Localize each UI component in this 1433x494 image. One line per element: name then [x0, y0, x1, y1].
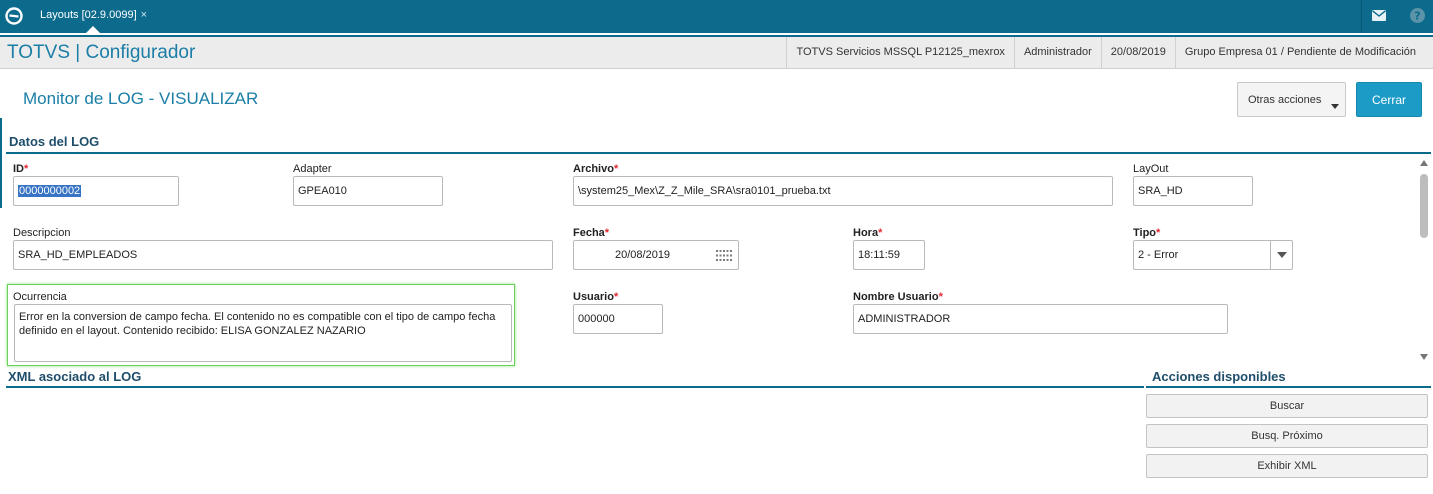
scroll-up-icon[interactable] — [1420, 160, 1428, 166]
adapter-label: Adapter — [293, 163, 332, 175]
buscar-button[interactable]: Buscar — [1146, 394, 1428, 418]
divider — [1361, 0, 1362, 33]
section-title-datos-log: Datos del LOG — [9, 134, 100, 149]
ocurrencia-label: Ocurrencia — [13, 291, 67, 303]
date-label[interactable]: 20/08/2019 — [1100, 37, 1175, 68]
adapter-field[interactable]: GPEA010 — [293, 176, 443, 206]
id-field[interactable]: 0000000002 — [13, 176, 179, 206]
busq-proximo-button[interactable]: Busq. Próximo — [1146, 424, 1428, 448]
nombre-usuario-field[interactable]: ADMINISTRADOR — [853, 304, 1228, 334]
tipo-label: Tipo* — [1133, 227, 1161, 239]
fecha-label: Fecha* — [573, 227, 610, 239]
form-scrollbar[interactable] — [1417, 156, 1431, 364]
scroll-thumb[interactable] — [1420, 174, 1428, 238]
nombre-usuario-label: Nombre Usuario* — [853, 291, 943, 303]
usuario-label: Usuario* — [573, 291, 619, 303]
usuario-field[interactable]: 000000 — [573, 304, 663, 334]
app-header: TOTVS | Configurador TOTVS Servicios MSS… — [0, 35, 1433, 69]
archivo-label: Archivo* — [573, 163, 619, 175]
app-title: TOTVS | Configurador — [7, 42, 196, 63]
caret-down-icon — [1331, 104, 1339, 109]
app-logo-icon[interactable] — [4, 6, 24, 26]
tab-label: Layouts [02.9.0099] — [40, 9, 137, 21]
tab-close-icon[interactable]: × — [141, 9, 147, 21]
top-bar: Layouts [02.9.0099] × ? — [0, 0, 1433, 33]
fecha-field[interactable]: 20/08/2019 — [573, 240, 739, 270]
layout-field[interactable]: SRA_HD — [1133, 176, 1253, 206]
calendar-icon[interactable] — [716, 250, 732, 261]
cerrar-button[interactable]: Cerrar — [1356, 82, 1422, 117]
tipo-value: 2 - Error — [1138, 249, 1179, 261]
section-title-xml: XML asociado al LOG — [8, 369, 142, 384]
scroll-down-icon[interactable] — [1420, 354, 1428, 360]
mail-icon[interactable] — [1372, 10, 1386, 21]
active-tab-indicator — [86, 26, 100, 33]
help-icon[interactable]: ? — [1410, 8, 1425, 23]
otras-acciones-label: Otras acciones — [1248, 93, 1322, 106]
id-value: 0000000002 — [18, 185, 82, 197]
archivo-field[interactable]: \system25_Mex\Z_Z_Mile_SRA\sra0101_prueb… — [573, 176, 1113, 206]
hora-label: Hora* — [853, 227, 883, 239]
otras-acciones-button[interactable]: Otras acciones — [1237, 82, 1346, 117]
environment-label[interactable]: TOTVS Servicios MSSQL P12125_mexrox — [786, 37, 1013, 68]
dropdown-arrow-icon[interactable] — [1270, 241, 1292, 269]
section-title-acciones: Acciones disponibles — [1152, 369, 1286, 384]
fecha-value: 20/08/2019 — [615, 249, 671, 261]
section-divider — [6, 152, 1431, 154]
user-label[interactable]: Administrador — [1013, 37, 1101, 68]
tipo-select[interactable]: 2 - Error — [1133, 240, 1293, 270]
hora-field[interactable]: 18:11:59 — [853, 240, 925, 270]
section-divider — [6, 386, 1144, 388]
exhibir-xml-button[interactable]: Exhibir XML — [1146, 454, 1428, 478]
descripcion-label: Descripcion — [13, 227, 71, 239]
descripcion-field[interactable]: SRA_HD_EMPLEADOS — [13, 240, 553, 270]
header-info: TOTVS Servicios MSSQL P12125_mexrox Admi… — [786, 37, 1425, 68]
ocurrencia-textarea[interactable]: Error en la conversion de campo fecha. E… — [14, 304, 512, 362]
layout-label: LayOut — [1133, 163, 1169, 175]
page-title: Monitor de LOG - VISUALIZAR — [23, 89, 259, 108]
svg-text:?: ? — [1414, 10, 1420, 23]
id-label: ID* — [13, 163, 29, 175]
section-divider — [1146, 386, 1431, 388]
company-label[interactable]: Grupo Empresa 01 / Pendiente de Modifica… — [1174, 37, 1425, 68]
section-accent — [0, 118, 2, 208]
